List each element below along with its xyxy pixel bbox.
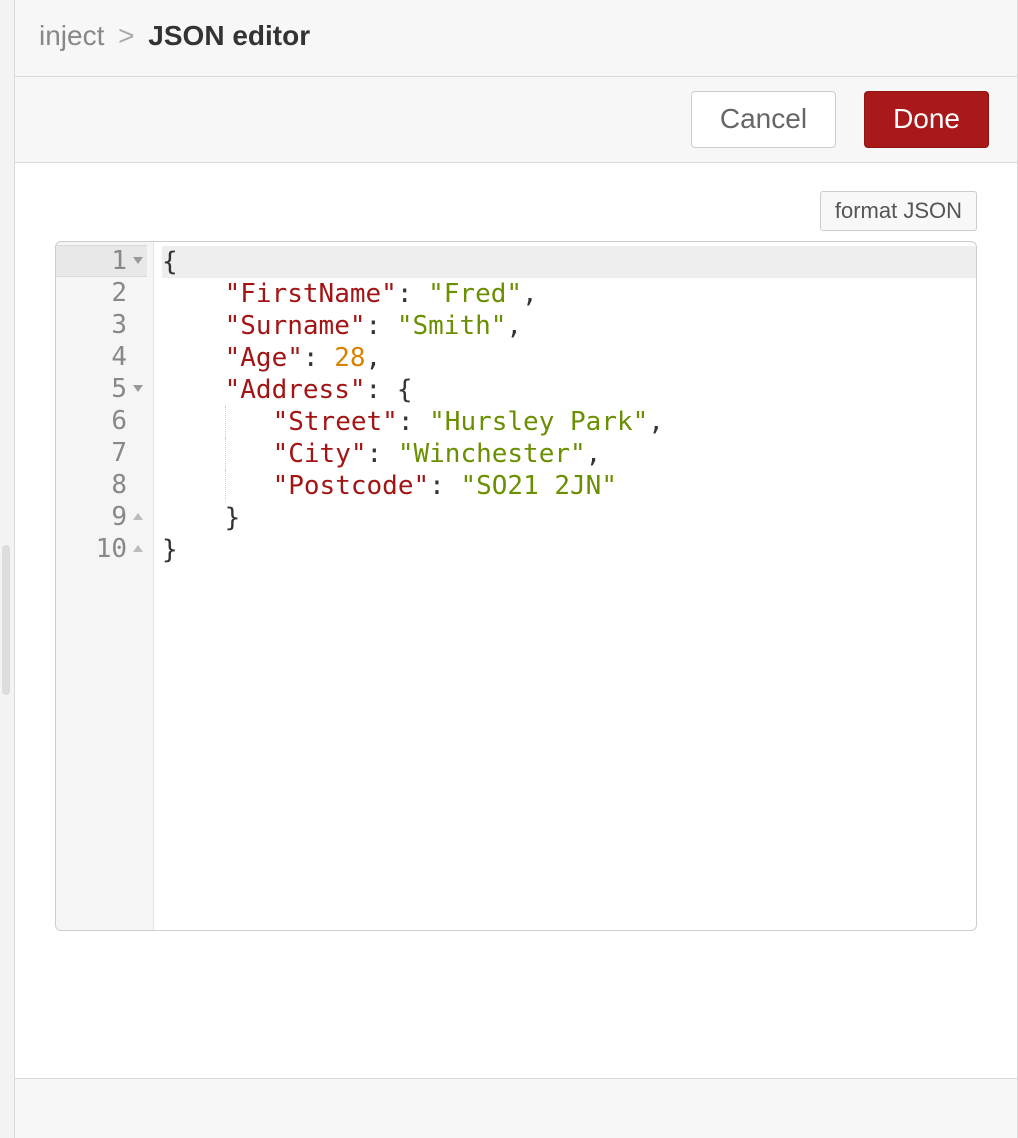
line-number: 9: [87, 501, 127, 533]
code-line[interactable]: "Age": 28,: [162, 342, 976, 374]
gutter-line: 8: [56, 469, 147, 501]
json-punct: }: [225, 503, 241, 533]
json-string: "Smith": [397, 311, 507, 341]
scroll-thumb[interactable]: [2, 545, 10, 695]
toolbar: Cancel Done: [15, 77, 1017, 163]
json-key: "Surname": [225, 311, 366, 341]
json-punct: :: [398, 407, 429, 437]
json-string: "Fred": [428, 279, 522, 309]
breadcrumb-current: JSON editor: [148, 20, 310, 51]
fold-spacer: [133, 320, 143, 330]
json-key: "Street": [273, 407, 398, 437]
gutter-line: 9: [56, 501, 147, 533]
code-line[interactable]: }: [162, 534, 976, 566]
fold-spacer: [133, 288, 143, 298]
breadcrumb-parent[interactable]: inject: [39, 20, 104, 51]
fold-spacer: [133, 416, 143, 426]
json-punct: ,: [648, 407, 664, 437]
fold-spacer: [133, 480, 143, 490]
json-punct: : {: [366, 375, 413, 405]
line-number: 5: [87, 373, 127, 405]
line-number: 8: [87, 469, 127, 501]
editor-panel: inject > JSON editor Cancel Done format …: [14, 0, 1018, 1138]
json-punct: :: [303, 343, 334, 373]
editor-code[interactable]: { "FirstName": "Fred", "Surname": "Smith…: [154, 242, 976, 930]
fold-close-icon[interactable]: [133, 513, 143, 520]
code-line[interactable]: "Address": {: [162, 374, 976, 406]
code-line[interactable]: "FirstName": "Fred",: [162, 278, 976, 310]
code-line[interactable]: {: [162, 246, 976, 278]
json-editor[interactable]: 12345678910 { "FirstName": "Fred", "Surn…: [55, 241, 977, 931]
editor-gutter: 12345678910: [56, 242, 154, 930]
code-line[interactable]: "Street": "Hursley Park",: [162, 406, 976, 438]
done-button[interactable]: Done: [864, 91, 989, 148]
gutter-line: 1: [56, 245, 147, 277]
gutter-line: 6: [56, 405, 147, 437]
fold-spacer: [133, 448, 143, 458]
json-string: "Hursley Park": [429, 407, 648, 437]
breadcrumb-separator: >: [118, 20, 134, 51]
gutter-line: 4: [56, 341, 147, 373]
footer-bar: [15, 1078, 1017, 1138]
gutter-line: 5: [56, 373, 147, 405]
line-number: 3: [87, 309, 127, 341]
line-number: 10: [87, 533, 127, 565]
json-punct: {: [162, 247, 178, 277]
json-punct: ,: [506, 311, 522, 341]
code-line[interactable]: "City": "Winchester",: [162, 438, 976, 470]
breadcrumb: inject > JSON editor: [15, 0, 1017, 77]
json-punct: ,: [522, 279, 538, 309]
gutter-line: 7: [56, 437, 147, 469]
cancel-button[interactable]: Cancel: [691, 91, 836, 148]
format-json-button[interactable]: format JSON: [820, 191, 977, 231]
json-punct: }: [162, 535, 178, 565]
json-number: 28: [334, 343, 365, 373]
code-line[interactable]: "Postcode": "SO21 2JN": [162, 470, 976, 502]
json-key: "Address": [225, 375, 366, 405]
side-pad: [0, 75, 14, 1135]
json-punct: :: [366, 311, 397, 341]
json-key: "FirstName": [225, 279, 397, 309]
json-punct: ,: [366, 343, 382, 373]
json-punct: ,: [586, 439, 602, 469]
json-punct: :: [397, 279, 428, 309]
fold-open-icon[interactable]: [133, 385, 143, 392]
gutter-line: 3: [56, 309, 147, 341]
code-line[interactable]: }: [162, 502, 976, 534]
gutter-line: 10: [56, 533, 147, 565]
json-string: "SO21 2JN": [460, 471, 617, 501]
line-number: 1: [87, 245, 127, 277]
json-string: "Winchester": [398, 439, 586, 469]
fold-close-icon[interactable]: [133, 545, 143, 552]
fold-spacer: [133, 352, 143, 362]
json-key: "City": [273, 439, 367, 469]
line-number: 4: [87, 341, 127, 373]
json-punct: :: [429, 471, 460, 501]
json-key: "Postcode": [273, 471, 430, 501]
json-punct: :: [367, 439, 398, 469]
gutter-line: 2: [56, 277, 147, 309]
content-area: format JSON 12345678910 { "FirstName": "…: [15, 163, 1017, 1078]
line-number: 2: [87, 277, 127, 309]
fold-open-icon[interactable]: [133, 257, 143, 264]
code-line[interactable]: "Surname": "Smith",: [162, 310, 976, 342]
json-key: "Age": [225, 343, 303, 373]
line-number: 7: [87, 437, 127, 469]
line-number: 6: [87, 405, 127, 437]
